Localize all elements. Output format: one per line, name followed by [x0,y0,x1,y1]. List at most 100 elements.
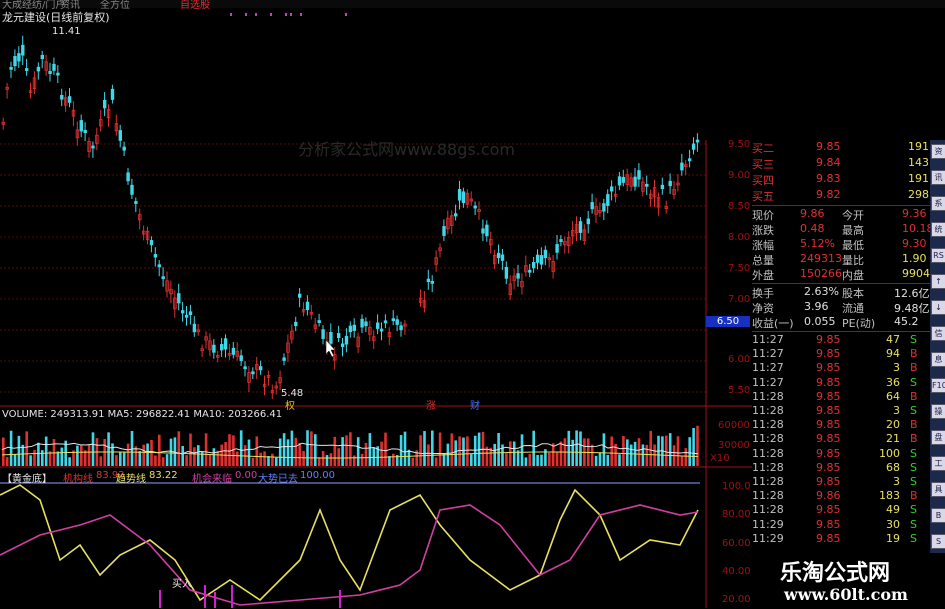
quote-cell: 9.85 [816,503,841,517]
volume-bar [493,443,496,466]
quote-cell: S [910,333,917,346]
candle-body [555,244,559,253]
volume-bar [668,433,672,466]
quote-cell: 今开 [842,209,864,222]
volume-bar [594,455,598,466]
quote-cell: 11:27 [752,347,784,361]
toolbar-button[interactable]: B [931,508,945,523]
toolbar-button[interactable]: 资 [931,144,945,159]
brand-url: www.60lt.com [784,585,908,604]
divider [752,283,930,284]
fundamental-row: 收益(一) 0.055 PE(动) 45.2 [752,315,930,330]
toolbar-button[interactable]: RS [931,248,945,263]
candle-body [668,180,672,187]
quote-cell: 11:28 [752,489,784,503]
toolbar-button[interactable]: 操 [931,404,945,419]
volume-bar [520,434,524,466]
volume-bar [29,455,32,466]
quote-cell: 换手 [752,287,774,300]
volume-bar [372,447,376,466]
volume-bar [579,431,582,466]
candle-body [130,184,134,195]
candle-body [391,318,395,322]
quote-cell: 11:27 [752,333,784,346]
candle-body [192,323,197,333]
quote-cell: 流通 [842,302,864,315]
price-axis-label: 5.50 [728,385,751,396]
volume-bar [392,453,395,466]
quote-cell: 外盘 [752,269,774,282]
toolbar-button[interactable]: 息 [931,352,945,367]
quote-cell: 11:27 [752,361,784,375]
volume-header: VOLUME: 249313.91 MA5: 296822.41 MA10: 2… [2,409,283,420]
volume-bar [329,453,333,466]
volume-bar [512,441,516,466]
order-book-row: 买四 9.83 191 [752,172,930,187]
candle-body [364,321,368,327]
quote-cell: S [910,404,917,417]
volume-bar [41,450,44,466]
volume-bar [224,441,227,466]
chart-canvas[interactable] [0,0,752,609]
candle-body [426,278,431,283]
quote-cell: 49 [886,503,900,517]
tick-row: 11:29 9.85 19 S [752,532,930,547]
toolbar-button[interactable]: 信 [931,326,945,341]
quote-cell: 36 [886,375,900,389]
candle-body [442,226,446,236]
quote-cell: S [910,503,917,517]
volume-bar [228,434,231,466]
toolbar-button[interactable]: ↓ [931,300,945,315]
candle-body [91,145,95,149]
quote-cell: 买二 [752,142,774,155]
tick-row: 11:27 9.85 94 B [752,347,930,362]
candle-body [532,261,536,269]
volume-bar [282,433,286,466]
volume-bar [353,455,356,466]
quote-cell: 183 [879,489,900,503]
volume-bar [384,432,387,466]
toolbar-button[interactable]: 工 [931,456,945,471]
quote-cell: S [910,531,917,545]
quote-cell: S [910,375,917,389]
tick-row: 11:28 9.85 100 S [752,447,930,462]
toolbar-button[interactable]: 具 [931,482,945,497]
toolbar-button[interactable]: 系 [931,196,945,211]
candle-body [586,218,590,225]
event-marker[interactable]: 权 [285,397,295,412]
volume-bar [438,432,442,466]
quote-cell: 11:28 [752,432,784,446]
quote-cell: 47 [886,333,900,346]
toolbar-button[interactable]: ↑ [931,274,945,289]
toolbar-button[interactable]: S [931,534,945,549]
candle-body [67,96,72,103]
volume-bar [2,437,5,466]
candle-body [21,44,25,56]
candle-body [680,162,684,171]
candle-body [348,325,353,333]
volume-bar [629,444,633,466]
volume-bar [181,445,184,466]
event-marker[interactable]: 涨 [426,397,436,412]
volume-bar [126,443,130,466]
toolbar-button[interactable]: F10 [931,378,945,393]
tick-row: 11:28 9.85 64 B [752,390,930,405]
signal-dot [345,13,347,16]
toolbar-button[interactable]: 讯 [931,170,945,185]
volume-bar [232,435,235,466]
indicator-name[interactable]: 【黄金底】 [2,470,52,485]
quote-cell: 3 [893,475,900,488]
event-marker[interactable]: 财 [470,397,480,412]
volume-bar [60,447,64,466]
volume-bar [142,444,145,466]
candle-body [223,338,228,350]
toolbar-button[interactable]: 盘 [931,430,945,445]
volume-bar [177,431,181,466]
quote-cell: 20 [886,418,900,432]
volume-axis-label: 30000 [718,440,750,451]
indicator-axis-label: 40.00 [722,566,751,577]
candle-body [177,293,181,304]
toolbar-button[interactable]: 统 [931,222,945,237]
candle-body [360,318,364,328]
volume-bar [434,457,438,466]
